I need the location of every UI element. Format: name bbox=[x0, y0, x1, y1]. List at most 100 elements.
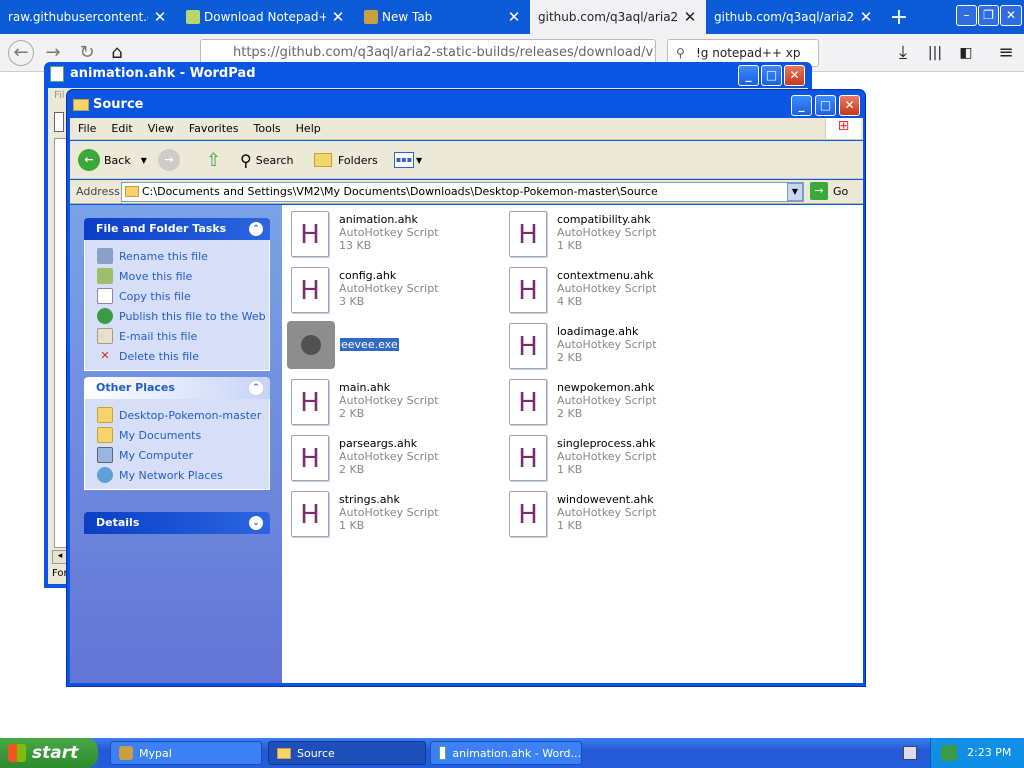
file-name: windowevent.ahk bbox=[557, 493, 654, 506]
reload-icon[interactable]: ↻ bbox=[76, 42, 98, 64]
close-icon[interactable]: ✕ bbox=[506, 8, 522, 26]
tab-label: github.com/q3aql/aria2-static bbox=[714, 10, 854, 24]
wordpad-icon bbox=[50, 66, 64, 82]
file-item-selected[interactable]: eevee.exe bbox=[287, 321, 487, 371]
file-size: 2 KB bbox=[339, 463, 365, 476]
views-button[interactable]: ▪▪▪ ▼ bbox=[394, 149, 422, 171]
close-icon[interactable]: ✕ bbox=[858, 8, 874, 26]
file-size: 1 KB bbox=[339, 519, 365, 532]
sidebar-icon[interactable]: ◧ bbox=[955, 42, 977, 64]
tab-label: New Tab bbox=[382, 10, 433, 24]
go-label: Go bbox=[833, 184, 849, 198]
file-item[interactable]: H contextmenu.ahk AutoHotkey Script 4 KB bbox=[509, 265, 709, 315]
place-my-network-places[interactable]: My Network Places bbox=[97, 465, 269, 485]
task-rename[interactable]: Rename this file bbox=[97, 246, 269, 266]
file-item[interactable]: H config.ahk AutoHotkey Script 3 KB bbox=[291, 265, 491, 315]
new-tab-button[interactable]: + bbox=[882, 0, 916, 34]
maximize-icon[interactable]: □ bbox=[761, 65, 782, 86]
file-size: 3 KB bbox=[339, 295, 365, 308]
panel-header[interactable]: Details ⌄ bbox=[84, 512, 270, 534]
close-icon[interactable]: ✕ bbox=[784, 65, 805, 86]
browser-tab[interactable]: github.com/q3aql/aria2-static ✕ bbox=[706, 0, 882, 34]
file-item[interactable]: H windowevent.ahk AutoHotkey Script 1 KB bbox=[509, 489, 709, 539]
forward-arrow-icon[interactable]: → bbox=[42, 42, 64, 64]
email-icon bbox=[97, 328, 113, 344]
close-icon[interactable]: ✕ bbox=[330, 8, 346, 26]
task-move[interactable]: Move this file bbox=[97, 266, 269, 286]
menu-help[interactable]: Help bbox=[296, 122, 321, 135]
clock[interactable]: 2:23 PM bbox=[967, 746, 1011, 759]
collapse-icon[interactable]: ⌃ bbox=[249, 381, 263, 395]
computer-icon bbox=[97, 447, 113, 463]
windows-logo-icon: ⊞ bbox=[825, 118, 861, 139]
go-button[interactable]: → Go bbox=[810, 182, 848, 200]
close-icon[interactable]: ✕ bbox=[1000, 5, 1022, 26]
back-arrow-icon[interactable]: ← bbox=[8, 40, 34, 66]
file-item[interactable]: H strings.ahk AutoHotkey Script 1 KB bbox=[291, 489, 491, 539]
restore-icon[interactable]: ❐ bbox=[978, 5, 999, 26]
close-icon[interactable]: ✕ bbox=[682, 8, 698, 26]
search-button[interactable]: ⚲ Search bbox=[240, 149, 294, 171]
expand-icon[interactable]: ⌄ bbox=[249, 516, 263, 530]
task-copy[interactable]: Copy this file bbox=[97, 286, 269, 306]
network-status-icon[interactable] bbox=[941, 745, 957, 761]
task-email[interactable]: E-mail this file bbox=[97, 326, 269, 346]
go-arrow-icon: → bbox=[810, 182, 828, 200]
ahk-file-icon: H bbox=[509, 379, 547, 425]
file-item[interactable]: H animation.ahk AutoHotkey Script 13 KB bbox=[291, 209, 491, 259]
file-item[interactable]: H singleprocess.ahk AutoHotkey Script 1 … bbox=[509, 433, 709, 483]
panel-header[interactable]: File and Folder Tasks ⌃ bbox=[84, 218, 270, 240]
taskbar-button-mypal[interactable]: Mypal bbox=[110, 741, 262, 765]
library-icon[interactable]: ||| bbox=[924, 42, 946, 64]
menu-view[interactable]: View bbox=[148, 122, 174, 135]
menu-file[interactable]: File bbox=[78, 122, 96, 135]
minimize-icon[interactable]: _ bbox=[791, 95, 812, 116]
forward-button[interactable]: → bbox=[158, 149, 180, 171]
address-field[interactable]: C:\Documents and Settings\VM2\My Documen… bbox=[121, 182, 804, 202]
browser-tab[interactable]: New Tab ✕ bbox=[356, 0, 530, 34]
close-icon[interactable]: ✕ bbox=[152, 8, 168, 26]
taskbar-button-wordpad[interactable]: animation.ahk - Word... bbox=[430, 741, 582, 765]
file-item[interactable]: H newpokemon.ahk AutoHotkey Script 2 KB bbox=[509, 377, 709, 427]
chevron-down-icon[interactable]: ▼ bbox=[787, 183, 803, 201]
file-type: AutoHotkey Script bbox=[557, 282, 657, 295]
place-my-computer[interactable]: My Computer bbox=[97, 445, 269, 465]
taskbar-label: animation.ahk - Word... bbox=[452, 746, 581, 760]
chevron-down-icon[interactable]: ▼ bbox=[141, 156, 147, 165]
minimize-icon[interactable]: – bbox=[956, 5, 977, 26]
up-folder-icon[interactable]: ⇧ bbox=[206, 149, 221, 171]
menu-edit[interactable]: Edit bbox=[111, 122, 132, 135]
collapse-icon[interactable]: ⌃ bbox=[249, 222, 263, 236]
task-publish[interactable]: Publish this file to the Web bbox=[97, 306, 269, 326]
download-icon[interactable]: ⤓ bbox=[892, 42, 914, 64]
browser-tab-active[interactable]: github.com/q3aql/aria2-static ✕ bbox=[530, 0, 706, 34]
keyboard-icon[interactable] bbox=[903, 746, 917, 760]
file-item[interactable]: H loadimage.ahk AutoHotkey Script 2 KB bbox=[509, 321, 709, 371]
file-item[interactable]: H compatibility.ahk AutoHotkey Script 1 … bbox=[509, 209, 709, 259]
maximize-icon[interactable]: □ bbox=[815, 95, 836, 116]
browser-tab-strip: raw.githubusercontent.com ✕ Download Not… bbox=[0, 0, 1024, 34]
browser-tab[interactable]: Download Notepad++ v ✕ bbox=[178, 0, 354, 34]
home-icon[interactable]: ⌂ bbox=[106, 42, 128, 64]
task-delete[interactable]: ✕ Delete this file bbox=[97, 346, 269, 366]
close-icon[interactable]: ✕ bbox=[839, 95, 860, 116]
browser-tab[interactable]: raw.githubusercontent.com ✕ bbox=[0, 0, 176, 34]
panel-header[interactable]: Other Places ⌃ bbox=[84, 377, 270, 399]
folders-button[interactable]: Folders bbox=[314, 149, 378, 171]
folder-icon bbox=[277, 747, 291, 759]
file-item[interactable]: H parseargs.ahk AutoHotkey Script 2 KB bbox=[291, 433, 491, 483]
file-size: 4 KB bbox=[557, 295, 583, 308]
file-type: AutoHotkey Script bbox=[557, 338, 657, 351]
place-desktop-pokemon-master[interactable]: Desktop-Pokemon-master bbox=[97, 405, 269, 425]
folder-icon bbox=[97, 407, 113, 423]
back-button[interactable]: ← Back ▼ bbox=[78, 149, 147, 171]
taskbar-button-source[interactable]: Source bbox=[268, 741, 426, 765]
search-label: Search bbox=[255, 153, 294, 167]
menu-icon[interactable]: ≡ bbox=[995, 42, 1017, 64]
start-button[interactable]: start bbox=[0, 738, 98, 768]
file-item[interactable]: H main.ahk AutoHotkey Script 2 KB bbox=[291, 377, 491, 427]
menu-tools[interactable]: Tools bbox=[254, 122, 281, 135]
minimize-icon[interactable]: _ bbox=[738, 65, 759, 86]
place-my-documents[interactable]: My Documents bbox=[97, 425, 269, 445]
menu-favorites[interactable]: Favorites bbox=[189, 122, 239, 135]
